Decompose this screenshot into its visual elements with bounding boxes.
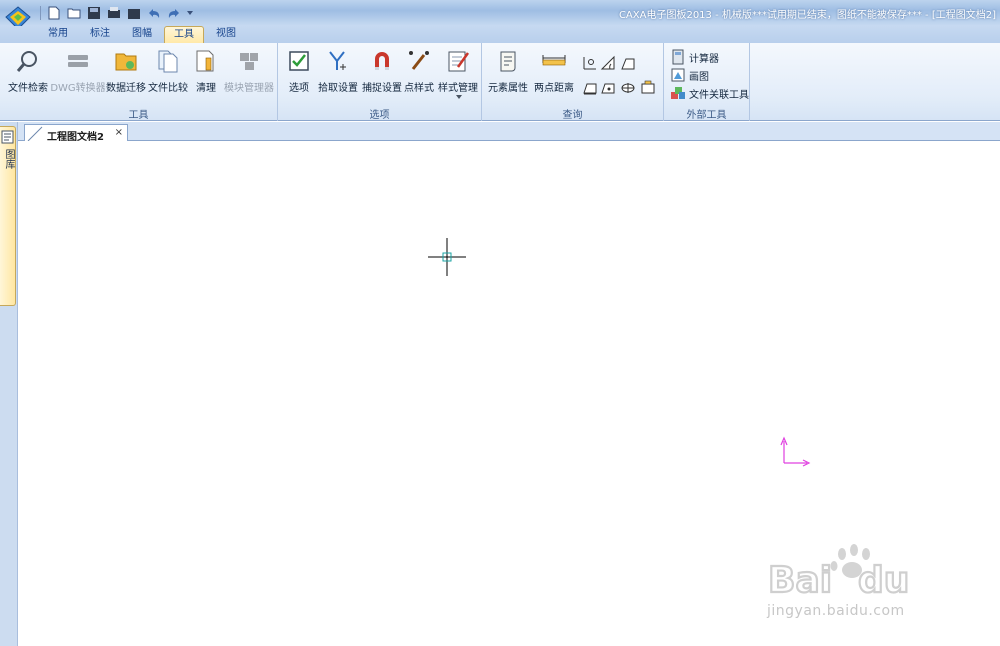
window-title: CAXA电子图板2013 - 机械版***试用期已结束，图纸不能被保存*** -… <box>618 10 996 21</box>
svg-text:du: du <box>858 560 909 601</box>
cleanup-label: 清理 <box>196 83 216 94</box>
paint-button[interactable]: 画图 <box>670 67 709 83</box>
cleanup-button[interactable]: 清理 <box>192 47 220 105</box>
tab-home[interactable]: 常用 <box>40 26 76 43</box>
element-properties-button[interactable]: 元素属性 <box>488 47 528 105</box>
watermark-text: jingyan.baidu.com <box>767 603 905 619</box>
save-icon[interactable] <box>85 4 103 22</box>
group-query-label: 查询 <box>562 110 583 121</box>
ruler-icon <box>542 55 566 66</box>
snap-setting-button[interactable]: 捕捉设置 <box>362 47 402 105</box>
document-tab[interactable]: 工程图文档2 × <box>24 124 128 143</box>
ucs-axis-icon <box>780 436 811 467</box>
data-migration-icon <box>115 53 137 71</box>
ribbon-tab-row: 常用 标注 图幅 工具 视图 <box>0 26 1000 43</box>
two-point-distance-button[interactable]: 两点距离 <box>534 47 574 105</box>
magnet-icon <box>375 52 389 70</box>
paint-icon <box>671 68 685 82</box>
undo-icon[interactable] <box>145 4 163 22</box>
calculator-button[interactable]: 计算器 <box>670 49 719 65</box>
centroid-query-icon[interactable] <box>600 79 616 95</box>
document-tab-bar: 工程图文档2 × <box>18 122 1000 143</box>
style-manager-icon <box>448 51 470 72</box>
options-label: 选项 <box>289 83 309 94</box>
title-bar: CAXA电子图板2013 - 机械版***试用期已结束，图纸不能被保存*** -… <box>0 0 1000 30</box>
chevron-down-icon <box>456 95 462 99</box>
point-style-icon <box>409 51 429 70</box>
group-options-label: 选项 <box>369 110 390 121</box>
file-association-icon <box>671 87 685 99</box>
group-external-tools-label: 外部工具 <box>686 110 727 121</box>
pick-setting-icon <box>329 51 346 70</box>
snap-setting-label: 捕捉设置 <box>362 83 402 94</box>
library-panel-tab[interactable]: 图库 <box>0 126 16 306</box>
group-external-tools: 计算器 画图 文件关联工具 外部工具 <box>664 43 750 121</box>
ribbon: 文件检索 DWG转换器 数据迁移 文件比较 清理 模块管理器 工具 选项 拾取设… <box>0 43 1000 121</box>
scroll-icon <box>500 51 516 72</box>
print-preview-icon[interactable] <box>125 4 143 22</box>
angle-query-icon[interactable] <box>600 55 616 71</box>
cleanup-icon <box>196 50 214 72</box>
checkbox-icon <box>289 51 309 71</box>
perimeter-query-icon[interactable] <box>582 79 598 95</box>
print-icon[interactable] <box>105 4 123 22</box>
point-style-button[interactable]: 点样式 <box>404 47 434 105</box>
group-tools: 文件检索 DWG转换器 数据迁移 文件比较 清理 模块管理器 工具 <box>0 43 278 121</box>
crosshair-cursor <box>428 238 466 276</box>
file-compare-icon <box>158 50 178 73</box>
dwg-converter-button[interactable]: DWG转换器 <box>50 47 106 105</box>
module-manager-icon <box>240 53 258 70</box>
area-query-icon[interactable] <box>620 55 636 71</box>
dwg-converter-label: DWG转换器 <box>50 83 106 94</box>
file-search-button[interactable]: 文件检索 <box>8 47 48 105</box>
data-migration-label: 数据迁移 <box>106 83 146 94</box>
tab-view[interactable]: 视图 <box>208 26 244 43</box>
group-options: 选项 拾取设置 捕捉设置 点样式 样式管理 选项 <box>278 43 482 121</box>
pick-setting-label: 拾取设置 <box>318 83 358 94</box>
file-compare-button[interactable]: 文件比较 <box>148 47 188 105</box>
options-button[interactable]: 选项 <box>286 47 312 105</box>
close-icon[interactable]: × <box>115 127 123 138</box>
quick-access-toolbar <box>38 4 195 22</box>
tab-tools[interactable]: 工具 <box>164 26 204 43</box>
group-tools-label: 工具 <box>128 110 149 121</box>
pick-setting-button[interactable]: 拾取设置 <box>318 47 358 105</box>
data-migration-button[interactable]: 数据迁移 <box>106 47 146 105</box>
magnifier-icon <box>16 51 37 72</box>
element-properties-label: 元素属性 <box>488 83 528 94</box>
file-association-label: 文件关联工具 <box>689 89 749 101</box>
file-compare-label: 文件比较 <box>148 83 188 94</box>
tab-annotate[interactable]: 标注 <box>82 26 118 43</box>
coordinate-query-icon[interactable] <box>582 55 598 71</box>
module-manager-label: 模块管理器 <box>224 83 274 94</box>
moment-of-inertia-query-icon[interactable] <box>620 79 636 95</box>
weight-query-icon[interactable] <box>640 79 656 95</box>
two-point-distance-label: 两点距离 <box>534 83 574 94</box>
library-icon <box>1 130 14 144</box>
tab-drawing-frame[interactable]: 图幅 <box>124 26 160 43</box>
paint-label: 画图 <box>689 71 709 83</box>
qat-customize-icon[interactable] <box>185 4 195 22</box>
group-query: 元素属性 两点距离 查询 <box>482 43 664 121</box>
calculator-label: 计算器 <box>689 53 719 65</box>
library-panel-label: 图库 <box>3 149 14 169</box>
point-style-label: 点样式 <box>404 83 434 94</box>
module-manager-button[interactable]: 模块管理器 <box>224 47 274 105</box>
svg-text:Bai: Bai <box>768 560 832 601</box>
redo-icon[interactable] <box>165 4 183 22</box>
open-folder-icon[interactable] <box>65 4 83 22</box>
style-manager-label: 样式管理 <box>438 83 478 94</box>
style-manager-button[interactable]: 样式管理 <box>438 47 478 105</box>
new-file-icon[interactable] <box>45 4 63 22</box>
calculator-icon <box>672 49 684 65</box>
file-association-button[interactable]: 文件关联工具 <box>670 85 749 101</box>
tab-slant-icon <box>27 126 43 142</box>
file-search-label: 文件检索 <box>8 83 48 94</box>
qat-separator <box>40 6 41 20</box>
dwg-converter-icon <box>68 55 88 67</box>
left-panel-strip: 图库 <box>0 122 18 646</box>
